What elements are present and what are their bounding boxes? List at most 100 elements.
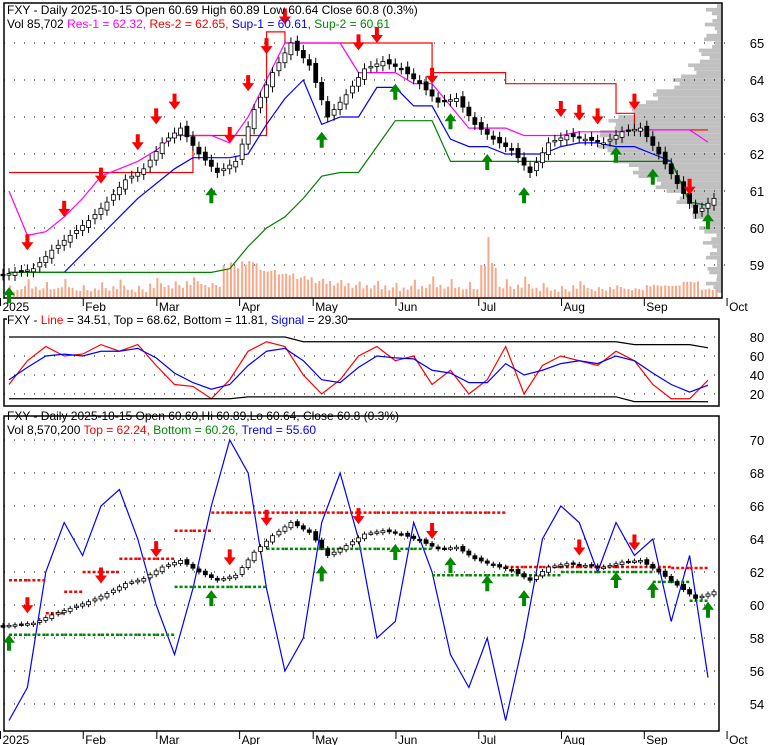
stock-chart: 59 60 61 62 63 64 65 20 40 60 80 54 56 58 60 62 64 66 68 70…: [0, 0, 780, 745]
trend-panel-y-tick-label: 58: [750, 631, 764, 646]
price-candle: [6, 273, 12, 276]
trend-panel-y-tick-label: 60: [750, 598, 764, 613]
price-candle: [110, 194, 116, 201]
volume-bar: [193, 277, 196, 297]
volume-bar: [171, 288, 174, 297]
volume-bar: [196, 281, 199, 297]
trend-price-candle: [656, 568, 662, 573]
sell-signal-arrow: [223, 126, 236, 143]
volume-bar: [568, 291, 571, 297]
volume-bar: [340, 280, 343, 297]
volume-profile-bar: [702, 241, 722, 245]
price-candle: [595, 140, 601, 143]
trend-price-candle: [337, 548, 343, 553]
volume-bar: [310, 277, 313, 297]
price-candle: [141, 168, 147, 175]
trend-price-candle: [595, 565, 601, 568]
res1-label: Res-1 = 62.32,: [67, 17, 147, 31]
volume-bar: [612, 288, 615, 297]
volume-bar: [178, 285, 181, 297]
trend-price-candle: [626, 560, 631, 564]
trend-price-candle: [564, 563, 570, 567]
volume-bar: [590, 289, 593, 297]
volume-bar: [237, 268, 240, 297]
trend-price-candle: [74, 605, 79, 608]
trend-price-candle: [527, 577, 533, 581]
price-x-axis-label: Sep: [646, 300, 668, 314]
trend-price-candle: [122, 583, 128, 589]
res2-label: Res-2 = 62.65,: [149, 17, 229, 31]
price-candle: [442, 99, 447, 103]
trend-price-candle: [534, 575, 539, 580]
volume-bar: [207, 287, 210, 297]
volume-bar: [130, 289, 133, 297]
volume-bar: [619, 287, 622, 297]
price-candle: [135, 172, 141, 177]
trend-price-candle: [552, 565, 558, 568]
volume-bar: [395, 283, 398, 297]
trend-price-candle: [214, 577, 220, 581]
volume-bar: [457, 287, 460, 297]
price-x-axis-label: Jul: [481, 300, 496, 314]
volume-bar: [251, 262, 254, 297]
sell-signal-arrow: [242, 75, 255, 92]
trend-price-candle: [435, 546, 441, 550]
volume-bar: [469, 282, 472, 297]
volume-bar: [266, 271, 269, 297]
volume-bar: [318, 281, 321, 297]
price-candle: [466, 106, 472, 117]
trend-price-candle: [196, 568, 202, 573]
price-candle: [122, 179, 128, 190]
volume-bar: [329, 281, 332, 297]
trend-buy-arrow: [444, 557, 457, 574]
volume-bar: [586, 287, 589, 297]
price-candle: [362, 68, 367, 80]
trend-price-candle: [233, 574, 239, 579]
signal-label: Signal: [270, 313, 305, 327]
volume-bar: [333, 285, 336, 297]
price-candle: [497, 136, 503, 144]
volume-bar: [601, 289, 604, 297]
trend-price-candle: [227, 576, 233, 580]
volume-bar: [524, 276, 527, 297]
price-candle: [49, 249, 55, 259]
volume-bar: [141, 289, 144, 297]
volume-bar: [454, 287, 457, 297]
price-candle: [80, 225, 85, 231]
volume-bar: [660, 285, 663, 297]
volume-bar: [413, 279, 416, 297]
price-candle: [613, 135, 619, 140]
price-candle: [478, 122, 484, 130]
price-candle: [558, 137, 564, 141]
trend-price-candle: [448, 547, 453, 550]
volume-bar: [631, 290, 634, 297]
sell-signal-arrow: [554, 101, 567, 117]
volume-bar: [27, 279, 30, 297]
volume-bar: [704, 289, 707, 297]
trend-price-candle: [674, 581, 680, 586]
volume-profile-bar: [716, 278, 722, 282]
volume-bar: [347, 283, 350, 297]
volume-bar: [215, 285, 218, 297]
price-candle: [306, 59, 312, 66]
volume-bar: [189, 284, 192, 297]
trend-x-axis-label: Feb: [85, 733, 106, 745]
volume-bar: [49, 289, 52, 297]
trend-price-candle: [711, 591, 717, 596]
volume-bar: [483, 265, 486, 297]
volume-bar: [656, 285, 659, 297]
price-candle: [644, 125, 650, 138]
price-x-axis-label: Oct: [729, 300, 748, 314]
volume-bar: [605, 290, 608, 297]
price-panel-y-tick-label: 64: [750, 73, 764, 88]
volume-bar: [292, 273, 295, 297]
price-candle: [92, 214, 98, 220]
price-candle: [233, 160, 239, 168]
sell-signal-arrow: [352, 34, 365, 51]
price-candle: [288, 42, 294, 56]
volume-bar: [384, 285, 387, 297]
trend-price-candle: [221, 578, 227, 581]
volume-bar: [498, 286, 501, 297]
volume-bar: [79, 290, 82, 297]
volume-profile-bar: [658, 96, 722, 101]
